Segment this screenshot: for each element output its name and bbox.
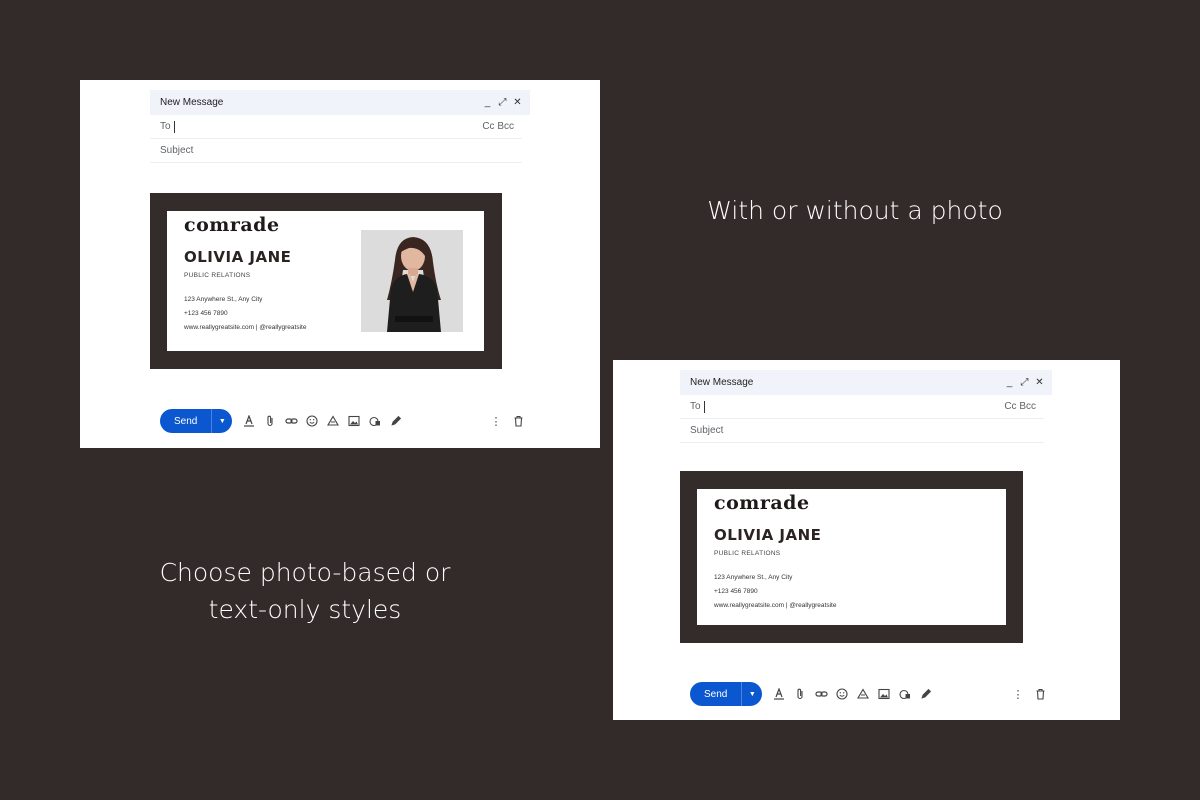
caption-line-1: Choose photo-based or [159, 558, 451, 587]
more-options-icon[interactable]: ⋮ [1011, 687, 1025, 701]
cc-bcc-link[interactable]: Cc Bcc [482, 121, 514, 132]
send-label: Send [174, 415, 198, 427]
compose-header: New Message _ ⤢ ✕ [150, 90, 530, 115]
more-options-icon[interactable]: ⋮ [489, 414, 503, 428]
toolbar-icons [242, 414, 403, 428]
signature-name: OLIVIA JANE [184, 248, 292, 266]
caption-line-2: text-only styles [208, 595, 402, 624]
compose-screenshot-with-photo: New Message _ ⤢ ✕ To Cc Bcc Subject comr… [80, 80, 600, 448]
signature-role: PUBLIC RELATIONS [714, 550, 781, 557]
text-caret [173, 120, 175, 133]
send-button[interactable]: Send ▼ [160, 409, 233, 433]
photo-icon[interactable] [347, 414, 361, 428]
compose-toolbar: Send ▼ ⋮ [690, 682, 1047, 706]
send-options-icon[interactable]: ▼ [742, 682, 762, 706]
subject-placeholder: Subject [160, 145, 194, 156]
compose-screenshot-text-only: New Message _ ⤢ ✕ To Cc Bcc Subject comr… [613, 360, 1120, 720]
attach-icon[interactable] [793, 687, 807, 701]
close-icon[interactable]: ✕ [513, 97, 522, 108]
emoji-icon[interactable] [835, 687, 849, 701]
profile-photo [361, 230, 463, 332]
window-controls: _ ⤢ ✕ [483, 97, 522, 108]
lock-timer-icon[interactable] [368, 414, 382, 428]
toolbar-right: ⋮ [1011, 687, 1047, 701]
signature-frame: comrade OLIVIA JANE PUBLIC RELATIONS 123… [680, 471, 1023, 643]
send-label: Send [704, 688, 728, 700]
brand-logo: comrade [184, 214, 280, 236]
signature-address: 123 Anywhere St., Any City [184, 296, 263, 303]
signature-address: 123 Anywhere St., Any City [714, 574, 793, 581]
caption-choose-styles: Choose photo-based or text-only styles [95, 554, 515, 628]
compose-header: New Message _ ⤢ ✕ [680, 370, 1052, 395]
brand-logo: comrade [714, 492, 810, 514]
photo-icon[interactable] [877, 687, 891, 701]
send-button[interactable]: Send ▼ [690, 682, 763, 706]
signature-phone: +123 456 7890 [184, 310, 228, 317]
drive-icon[interactable] [856, 687, 870, 701]
text-caret [703, 400, 705, 413]
trash-icon[interactable] [1033, 687, 1047, 701]
lock-timer-icon[interactable] [898, 687, 912, 701]
close-icon[interactable]: ✕ [1035, 377, 1044, 388]
signature-name: OLIVIA JANE [714, 526, 822, 544]
window-controls: _ ⤢ ✕ [1005, 377, 1044, 388]
cc-bcc-link[interactable]: Cc Bcc [1004, 401, 1036, 412]
caption-with-or-without-photo: With or without a photo [707, 196, 1003, 225]
portrait-illustration [361, 230, 463, 332]
formatting-icon[interactable] [772, 687, 786, 701]
drive-icon[interactable] [326, 414, 340, 428]
expand-icon[interactable]: ⤢ [498, 97, 507, 108]
formatting-icon[interactable] [242, 414, 256, 428]
link-icon[interactable] [814, 687, 828, 701]
link-icon[interactable] [284, 414, 298, 428]
compose-window: New Message _ ⤢ ✕ To Cc Bcc Subject comr… [680, 370, 1052, 715]
toolbar-right: ⋮ [489, 414, 525, 428]
to-label: To [690, 401, 701, 412]
minimize-icon[interactable]: _ [483, 97, 492, 108]
signature-website: www.reallygreatsite.com | @reallygreatsi… [184, 324, 307, 331]
send-options-icon[interactable]: ▼ [212, 409, 232, 433]
signature-card: comrade OLIVIA JANE PUBLIC RELATIONS 123… [697, 489, 1006, 625]
signature-pen-icon[interactable] [389, 414, 403, 428]
minimize-icon[interactable]: _ [1005, 377, 1014, 388]
signature-frame: comrade OLIVIA JANE PUBLIC RELATIONS 123… [150, 193, 502, 369]
to-field[interactable]: To Cc Bcc [150, 115, 522, 139]
signature-card: comrade OLIVIA JANE PUBLIC RELATIONS 123… [167, 211, 484, 351]
signature-role: PUBLIC RELATIONS [184, 272, 251, 279]
to-label: To [160, 121, 171, 132]
trash-icon[interactable] [511, 414, 525, 428]
subject-field[interactable]: Subject [150, 139, 522, 163]
compose-title: New Message [690, 377, 754, 388]
signature-pen-icon[interactable] [919, 687, 933, 701]
attach-icon[interactable] [263, 414, 277, 428]
subject-placeholder: Subject [690, 425, 724, 436]
toolbar-icons [772, 687, 933, 701]
compose-toolbar: Send ▼ ⋮ [160, 409, 525, 433]
signature-website: www.reallygreatsite.com | @reallygreatsi… [714, 602, 837, 609]
signature-phone: +123 456 7890 [714, 588, 758, 595]
compose-title: New Message [160, 97, 224, 108]
expand-icon[interactable]: ⤢ [1020, 377, 1029, 388]
to-field[interactable]: To Cc Bcc [680, 395, 1044, 419]
subject-field[interactable]: Subject [680, 419, 1044, 443]
emoji-icon[interactable] [305, 414, 319, 428]
compose-window: New Message _ ⤢ ✕ To Cc Bcc Subject comr… [150, 90, 530, 440]
